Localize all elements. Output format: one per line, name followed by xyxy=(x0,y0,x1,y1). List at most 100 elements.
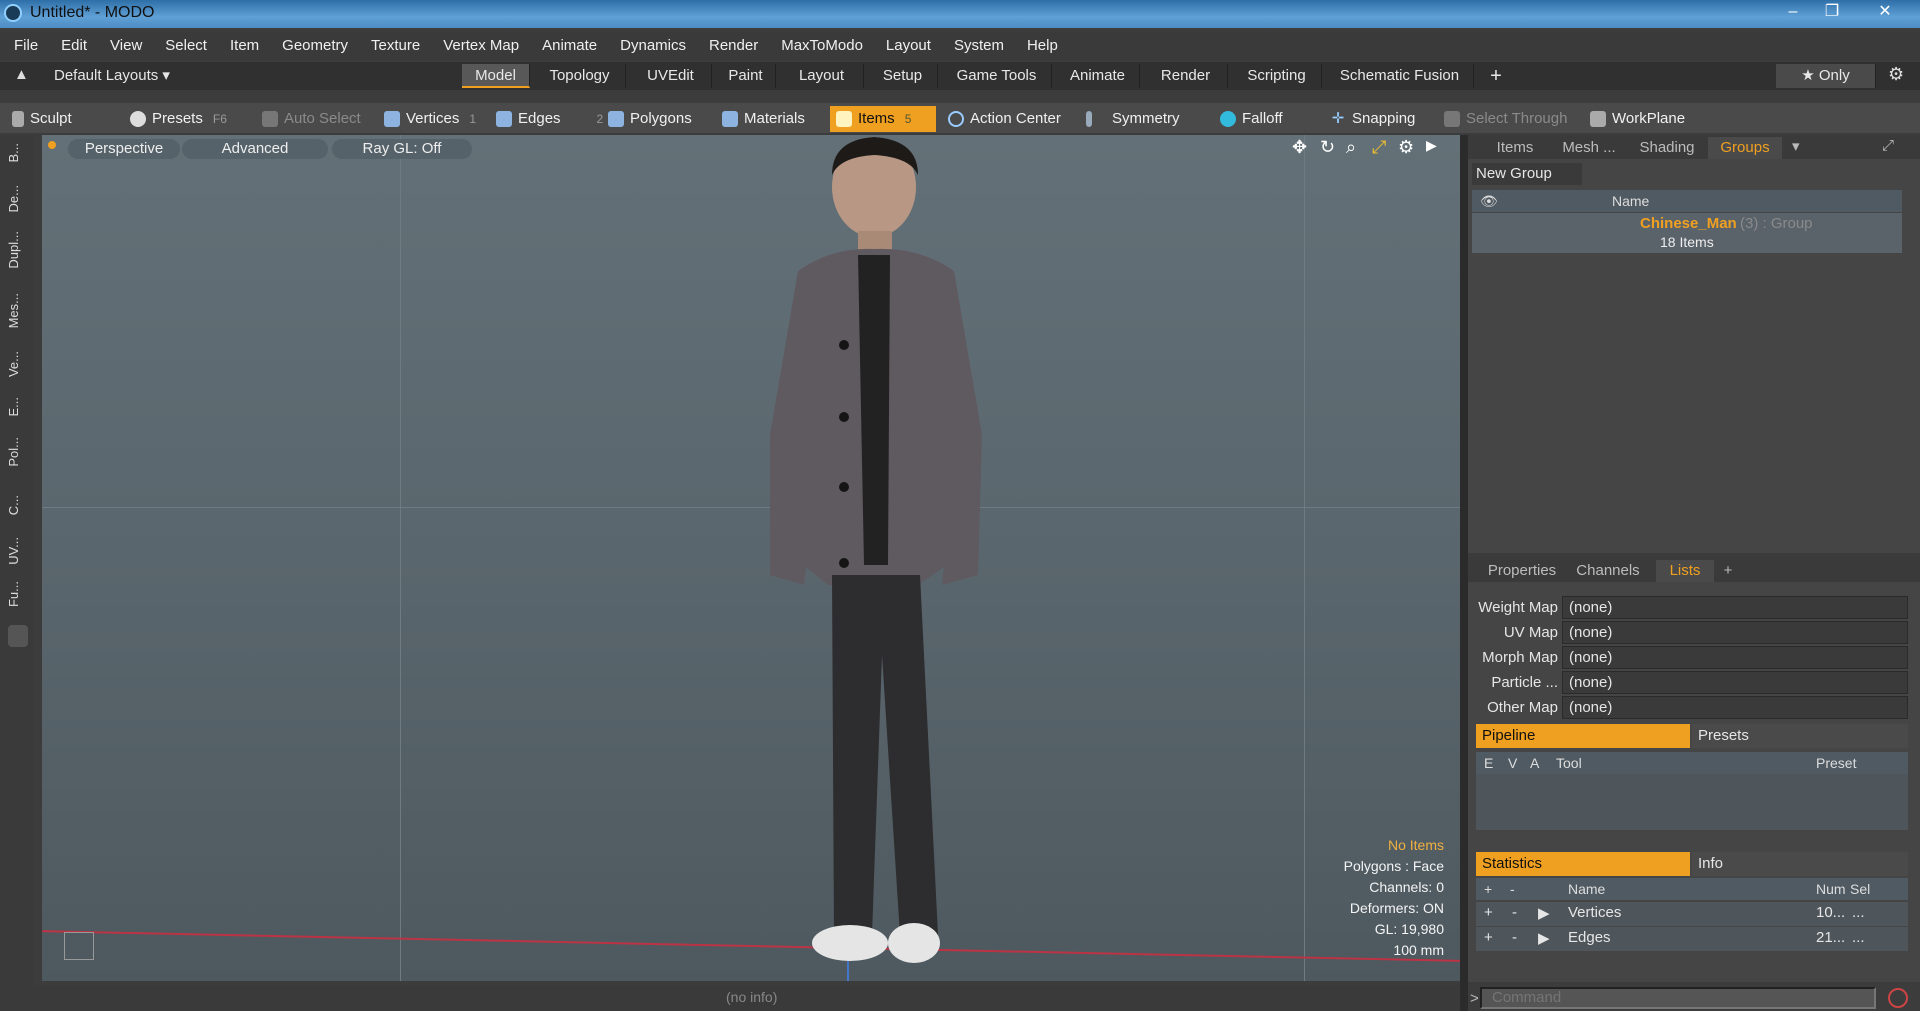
maximize-button[interactable]: ❐ xyxy=(1812,0,1852,24)
viewport-dot-icon[interactable] xyxy=(48,141,56,149)
tab-shading[interactable]: Shading xyxy=(1628,137,1706,159)
tab-layout[interactable]: Layout xyxy=(780,64,864,88)
row-expand-button[interactable]: + xyxy=(1484,904,1493,921)
row-expand-button[interactable]: + xyxy=(1484,929,1493,946)
menu-animate[interactable]: Animate xyxy=(528,32,606,60)
tab-mesh[interactable]: Mesh ... xyxy=(1552,137,1626,159)
raygl-toggle[interactable]: Ray GL: Off xyxy=(332,139,472,159)
tab-schematic-fusion[interactable]: Schematic Fusion xyxy=(1326,64,1474,88)
zoom-icon[interactable]: ⌕ xyxy=(1346,137,1356,158)
stats-sel-col[interactable]: Sel xyxy=(1850,878,1870,900)
falloff-button[interactable]: Falloff xyxy=(1220,106,1283,132)
sculpt-button[interactable]: Sculpt xyxy=(12,106,72,132)
left-tab-dupl[interactable]: Dupl... xyxy=(6,231,28,269)
viewport-settings-icon[interactable]: ⚙ xyxy=(1398,137,1414,158)
stats-name-col[interactable]: Name xyxy=(1568,878,1605,900)
snapping-button[interactable]: ✛ Snapping xyxy=(1330,106,1416,132)
stats-num-col[interactable]: Num xyxy=(1816,878,1846,900)
table-row[interactable]: + - ▶ Edges 21... ... xyxy=(1476,927,1908,951)
menu-maxtomodo[interactable]: MaxToModo xyxy=(767,32,872,60)
panel-expand-icon[interactable]: ⤢ xyxy=(1882,137,1894,154)
menu-layout[interactable]: Layout xyxy=(872,32,940,60)
menu-vertex-map[interactable]: Vertex Map xyxy=(429,32,528,60)
tabs-dropdown-icon[interactable]: ▾ xyxy=(1792,137,1800,155)
row-collapse-button[interactable]: - xyxy=(1512,929,1517,946)
tab-scripting[interactable]: Scripting xyxy=(1232,64,1322,88)
menu-help[interactable]: Help xyxy=(1013,32,1067,60)
uv-map-dropdown[interactable]: (none) xyxy=(1562,621,1908,644)
symmetry-button[interactable]: Symmetry xyxy=(1086,106,1180,132)
row-triangle-icon[interactable]: ▶ xyxy=(1538,904,1550,922)
row-collapse-button[interactable]: - xyxy=(1512,904,1517,921)
other-map-dropdown[interactable]: (none) xyxy=(1562,696,1908,719)
menu-edit[interactable]: Edit xyxy=(47,32,96,60)
left-strip-toggle[interactable] xyxy=(8,625,28,647)
action-center-button[interactable]: Action Center xyxy=(948,106,1061,132)
menu-dynamics[interactable]: Dynamics xyxy=(606,32,695,60)
pipeline-tab[interactable]: Pipeline xyxy=(1476,724,1690,748)
tab-properties[interactable]: Properties xyxy=(1480,560,1564,582)
menu-file[interactable]: File xyxy=(0,32,47,60)
materials-mode-button[interactable]: Materials xyxy=(722,106,805,132)
tab-animate[interactable]: Animate xyxy=(1056,64,1140,88)
tab-items[interactable]: Items xyxy=(1480,137,1550,159)
left-tab-mes[interactable]: Mes... xyxy=(6,293,28,328)
settings-gear-icon[interactable]: ⚙ xyxy=(1888,64,1904,85)
new-group-button[interactable]: New Group xyxy=(1472,163,1582,185)
left-tab-b[interactable]: B... xyxy=(6,143,28,163)
default-layouts-dropdown[interactable]: Default Layouts ▾ xyxy=(54,66,170,84)
items-mode-button[interactable]: Items 5 xyxy=(830,106,936,132)
weight-map-dropdown[interactable]: (none) xyxy=(1562,596,1908,619)
add-tab-button[interactable]: + xyxy=(1478,64,1514,88)
row-triangle-icon[interactable]: ▶ xyxy=(1538,929,1550,947)
table-row[interactable]: + - ▶ Vertices 10... ... xyxy=(1476,902,1908,926)
col-a[interactable]: A xyxy=(1530,752,1539,774)
edges-mode-button[interactable]: Edges 2 xyxy=(496,106,603,132)
menu-item[interactable]: Item xyxy=(216,32,268,60)
menu-geometry[interactable]: Geometry xyxy=(268,32,357,60)
polygons-mode-button[interactable]: Polygons xyxy=(608,106,692,132)
select-through-button[interactable]: Select Through xyxy=(1444,106,1567,132)
col-preset[interactable]: Preset xyxy=(1816,752,1856,774)
collapse-arrow-icon[interactable]: ▲ xyxy=(14,66,29,83)
tab-channels[interactable]: Channels xyxy=(1566,560,1650,582)
tab-render[interactable]: Render xyxy=(1144,64,1228,88)
left-tab-c[interactable]: C... xyxy=(6,495,28,515)
tab-paint[interactable]: Paint xyxy=(716,64,776,88)
left-tab-fu[interactable]: Fu... xyxy=(6,581,28,607)
vertices-mode-button[interactable]: Vertices 1 xyxy=(384,106,476,132)
tab-lists[interactable]: Lists xyxy=(1656,560,1714,582)
3d-viewport[interactable]: Perspective Advanced Ray GL: Off ✥ ↻ ⌕ ⤢… xyxy=(42,135,1460,981)
left-tab-de[interactable]: De... xyxy=(6,185,28,212)
left-tab-pol[interactable]: Pol... xyxy=(6,437,28,467)
stats-collapse-col[interactable]: - xyxy=(1510,878,1515,900)
left-tab-e[interactable]: E... xyxy=(6,397,28,417)
menu-select[interactable]: Select xyxy=(151,32,216,60)
minimize-button[interactable]: ‒ xyxy=(1773,0,1813,24)
menu-system[interactable]: System xyxy=(940,32,1013,60)
menu-view[interactable]: View xyxy=(96,32,151,60)
col-tool[interactable]: Tool xyxy=(1556,752,1582,774)
only-toggle[interactable]: ★ Only xyxy=(1776,64,1876,88)
panel-splitter[interactable] xyxy=(1460,135,1468,1011)
tab-uvedit[interactable]: UVEdit xyxy=(630,64,712,88)
presets-button[interactable]: Presets F6 xyxy=(130,106,227,132)
tab-model[interactable]: Model xyxy=(462,64,530,88)
command-stop-icon[interactable] xyxy=(1888,988,1908,1008)
left-tab-ve[interactable]: Ve... xyxy=(6,351,28,377)
left-tab-uv[interactable]: UV... xyxy=(6,537,28,565)
tab-groups[interactable]: Groups xyxy=(1708,137,1782,159)
advanced-dropdown[interactable]: Advanced xyxy=(182,139,328,159)
statistics-tab[interactable]: Statistics xyxy=(1476,852,1690,876)
particle-dropdown[interactable]: (none) xyxy=(1562,671,1908,694)
tab-topology[interactable]: Topology xyxy=(534,64,626,88)
stats-expand-col[interactable]: + xyxy=(1484,878,1492,900)
name-column-header[interactable]: Name xyxy=(1612,190,1649,212)
viewport-expand-icon[interactable]: ▶ xyxy=(1426,137,1437,154)
group-row[interactable]: Chinese_Man (3) : Group 18 Items xyxy=(1472,213,1902,253)
morph-map-dropdown[interactable]: (none) xyxy=(1562,646,1908,669)
menu-render[interactable]: Render xyxy=(695,32,767,60)
perspective-dropdown[interactable]: Perspective xyxy=(68,139,180,159)
presets-tab[interactable]: Presets xyxy=(1692,724,1908,748)
workplane-button[interactable]: WorkPlane xyxy=(1590,106,1685,132)
